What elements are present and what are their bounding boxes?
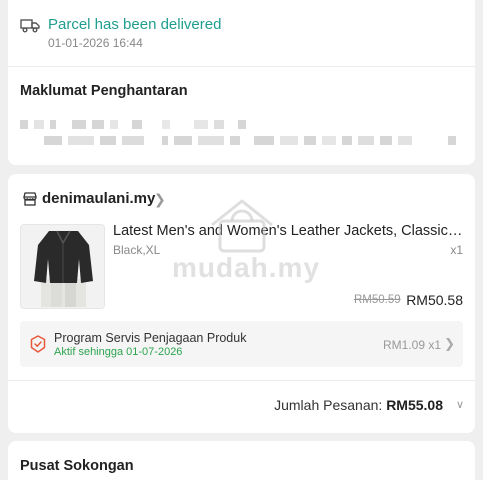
delivery-status-time: 01-01-2026 16:44 xyxy=(48,36,143,50)
chevron-right-icon[interactable]: ❯ xyxy=(154,191,166,208)
product-title[interactable]: Latest Men's and Women's Leather Jackets… xyxy=(113,223,463,239)
product-price: RM50.58 xyxy=(406,292,463,308)
chevron-right-icon[interactable]: ❯ xyxy=(444,336,455,352)
order-total-amount: RM55.08 xyxy=(386,397,443,413)
service-price: RM1.09 x1 xyxy=(382,338,441,352)
delivery-status-text[interactable]: Parcel has been delivered xyxy=(48,16,221,33)
service-title: Program Servis Penjagaan Produk xyxy=(54,331,247,345)
shipping-info-title: Maklumat Penghantaran xyxy=(20,83,188,99)
jacket-photo xyxy=(21,225,104,308)
divider xyxy=(8,66,475,67)
product-care-service-row[interactable]: Program Servis Penjagaan Produk Aktif se… xyxy=(20,321,463,367)
product-variant: Black,XL xyxy=(113,243,161,257)
product-image[interactable] xyxy=(20,224,105,309)
order-total-label: Jumlah Pesanan: xyxy=(274,397,383,413)
redacted-address-line-1 xyxy=(20,120,246,129)
shop-name[interactable]: denimaulani.my xyxy=(42,190,155,207)
divider xyxy=(8,380,475,381)
truck-icon xyxy=(20,19,40,33)
delivery-status-card: Parcel has been delivered 01-01-2026 16:… xyxy=(8,0,475,165)
shop-icon xyxy=(23,192,37,206)
order-card: denimaulani.my ❯ Latest Men's and Women'… xyxy=(8,174,475,433)
product-quantity: x1 xyxy=(450,243,463,257)
chevron-down-icon[interactable]: ∨ xyxy=(456,398,464,411)
order-total[interactable]: Jumlah Pesanan: RM55.08 xyxy=(274,397,443,413)
support-card[interactable]: Pusat Sokongan xyxy=(8,441,475,480)
service-validity: Aktif sehingga 01-07-2026 xyxy=(54,346,183,358)
support-center-title: Pusat Sokongan xyxy=(20,458,134,474)
redacted-address-line-2 xyxy=(44,136,456,145)
shield-icon xyxy=(30,335,46,353)
original-price: RM50.59 xyxy=(354,294,401,306)
